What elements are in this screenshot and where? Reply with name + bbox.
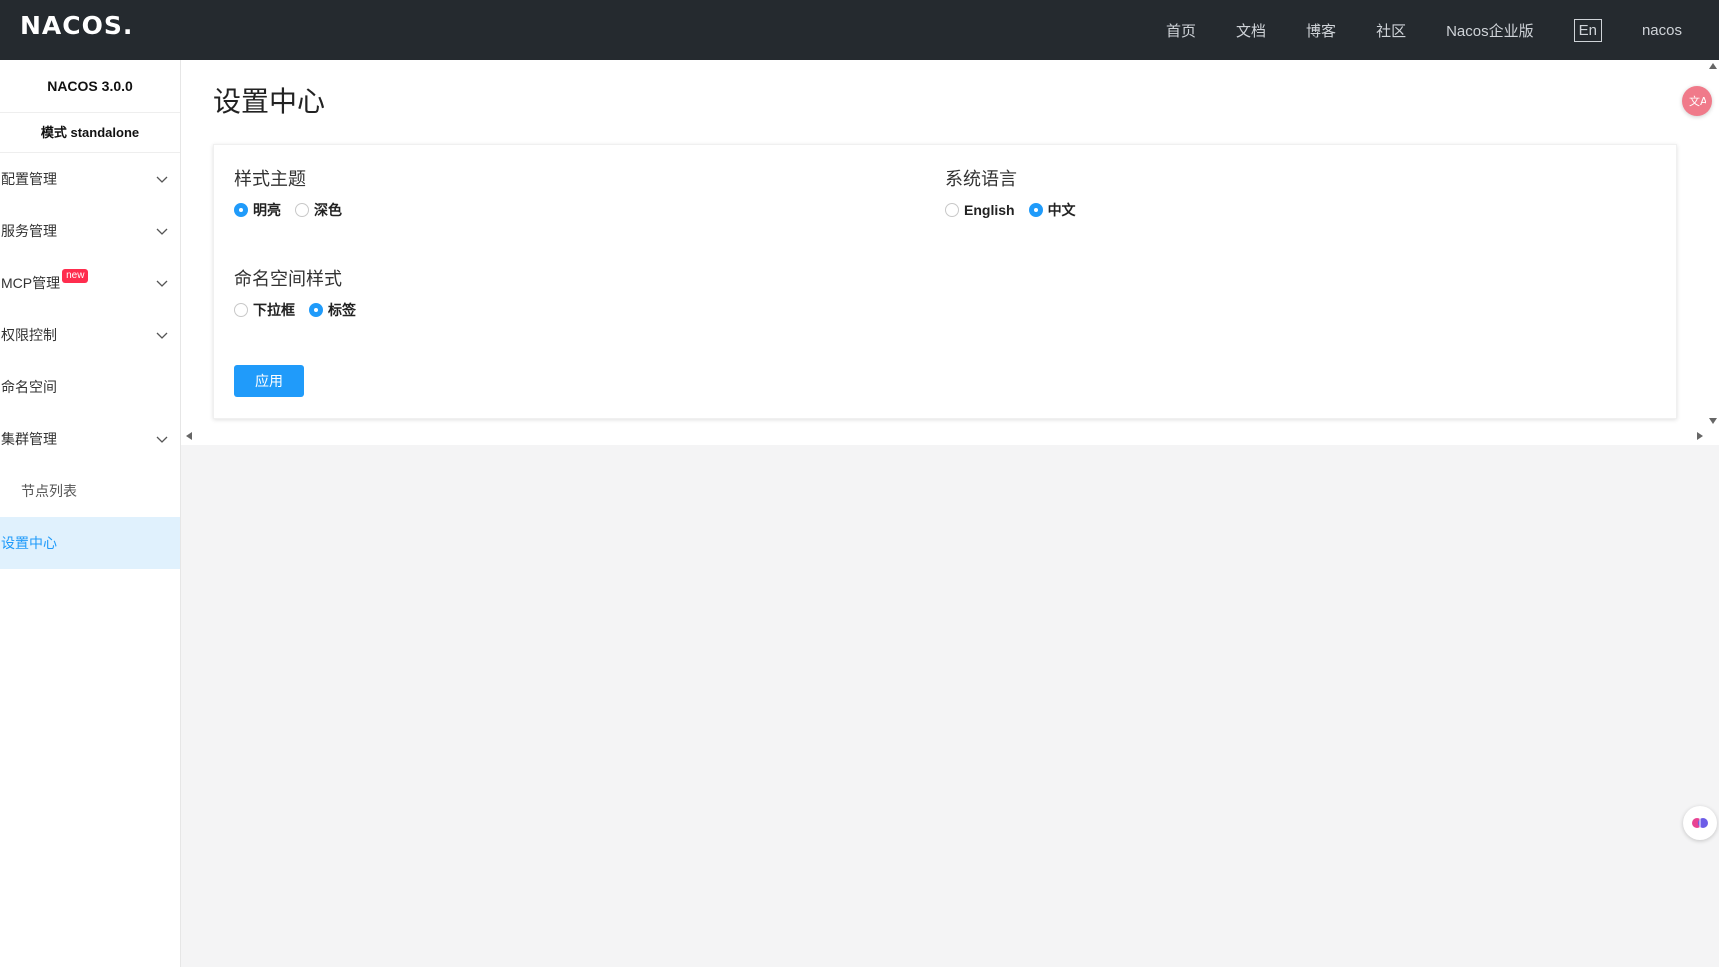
radio-label: 标签 [328,302,356,318]
mode-label: 模式 standalone [0,113,180,153]
chevron-down-icon [156,332,168,339]
user-name[interactable]: nacos [1642,22,1682,39]
nav-home[interactable]: 首页 [1166,20,1196,41]
sidebar-item-namespace[interactable]: 命名空间 [0,361,180,413]
apply-button[interactable]: 应用 [234,365,304,397]
radio-checked-icon [234,203,248,217]
language-toggle-button[interactable]: En [1573,18,1602,42]
scroll-left-icon[interactable] [185,431,193,441]
nav-docs[interactable]: 文档 [1236,20,1266,41]
nav-community[interactable]: 社区 [1376,20,1406,41]
nacos-logo[interactable]: NACOS. [20,11,133,41]
main-content: 设置中心 样式主题 明亮 深色 系统语言 English 中文 命名空间样式 下… [181,60,1719,445]
sidebar-item-settings[interactable]: 设置中心 [0,517,180,569]
sidebar-item-label: MCP管理 [1,275,61,291]
sidebar-item-label: 权限控制 [1,327,57,343]
svg-text:文A: 文A [1689,94,1706,108]
sidebar-item-label: 服务管理 [1,223,57,239]
namespace-style-radio-group: 下拉框 标签 [234,300,370,320]
sidebar-item-label: 节点列表 [21,483,77,499]
radio-label: 中文 [1047,202,1076,218]
sidebar-item-node-list[interactable]: 节点列表 [0,465,180,517]
language-section-title: 系统语言 [945,169,1017,189]
radio-unchecked-icon [234,303,248,317]
sidebar-item-config[interactable]: 配置管理 [0,153,180,205]
radio-checked-icon [309,303,323,317]
chevron-down-icon [156,436,168,443]
sidebar-item-cluster[interactable]: 集群管理 [0,413,180,465]
chevron-down-icon [156,176,168,183]
theme-option-light[interactable]: 明亮 [234,200,281,220]
settings-card: 样式主题 明亮 深色 系统语言 English 中文 命名空间样式 下拉框 标签… [213,144,1677,419]
new-badge: new [62,269,89,283]
scroll-down-icon[interactable] [1708,417,1718,425]
version-label: NACOS 3.0.0 [0,60,180,113]
radio-unchecked-icon [295,203,309,217]
nav-enterprise[interactable]: Nacos企业版 [1446,20,1534,41]
namespace-option-dropdown[interactable]: 下拉框 [234,300,295,320]
sidebar-item-service[interactable]: 服务管理 [0,205,180,257]
language-option-english[interactable]: English [945,202,1015,218]
radio-label: English [964,202,1015,218]
sidebar-item-label: 设置中心 [1,535,57,551]
nav-blog[interactable]: 博客 [1306,20,1336,41]
namespace-style-section-title: 命名空间样式 [234,269,342,289]
logo-text: NACOS. [20,11,134,40]
scroll-up-icon[interactable] [1708,62,1718,70]
radio-checked-icon [1028,203,1043,217]
language-option-chinese[interactable]: 中文 [1028,200,1076,220]
sidebar-item-label: 配置管理 [1,171,57,187]
theme-radio-group: 明亮 深色 [234,200,356,220]
chevron-down-icon [156,228,168,235]
language-radio-group: English 中文 [945,200,1090,220]
namespace-option-tag[interactable]: 标签 [309,300,356,320]
sidebar-item-label: 集群管理 [1,431,57,447]
chevron-down-icon [156,280,168,287]
top-nav: 首页 文档 博客 社区 Nacos企业版 En nacos [1146,0,1719,60]
sidebar-item-label: 命名空间 [1,379,57,395]
sidebar: NACOS 3.0.0 模式 standalone 配置管理 服务管理 MCP管… [0,60,181,967]
radio-unchecked-icon [945,203,959,217]
page-title: 设置中心 [213,86,326,117]
radio-label: 明亮 [253,202,281,218]
ai-assistant-icon[interactable] [1683,806,1717,840]
theme-section-title: 样式主题 [234,169,306,189]
sidebar-item-auth[interactable]: 权限控制 [0,309,180,361]
scroll-right-icon[interactable] [1696,431,1704,441]
translate-icon[interactable]: 文A [1682,86,1712,116]
top-header: NACOS. 首页 文档 博客 社区 Nacos企业版 En nacos [0,0,1719,60]
radio-label: 深色 [314,202,342,218]
radio-label: 下拉框 [253,302,295,318]
theme-option-dark[interactable]: 深色 [295,200,342,220]
sidebar-item-mcp[interactable]: MCP管理 new [0,257,180,309]
